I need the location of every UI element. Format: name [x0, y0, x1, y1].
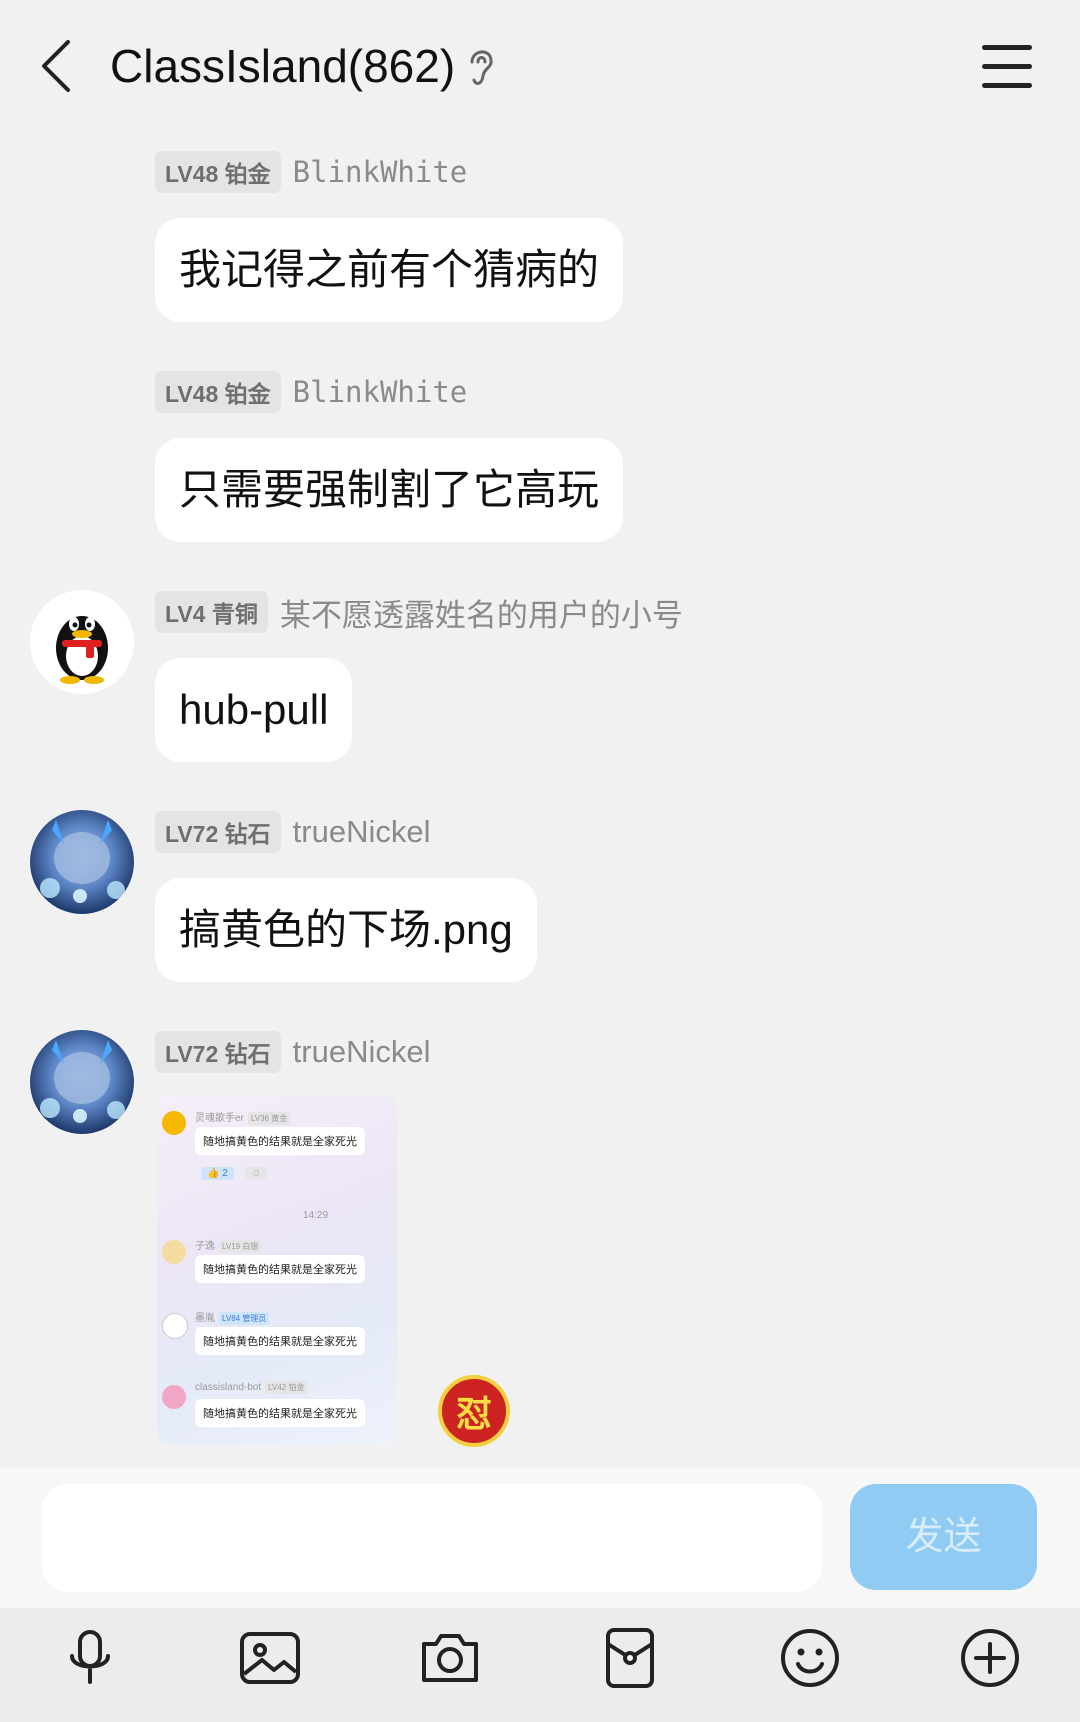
message-meta: LV48 铂金 BlinkWhite	[155, 151, 468, 193]
sender-name[interactable]: 某不愿透露姓名的用户的小号	[280, 590, 683, 635]
mini-sender: 子逸 LV19 白银	[195, 1237, 262, 1253]
message-meta: LV72 钻石 trueNickel	[155, 1031, 431, 1073]
message-input[interactable]	[42, 1484, 822, 1592]
message-meta: LV48 铂金 BlinkWhite	[155, 371, 468, 413]
level-badge: LV4 青铜	[155, 591, 268, 633]
image-icon[interactable]	[238, 1626, 302, 1690]
hamburger-menu-icon[interactable]	[982, 45, 1032, 88]
plus-icon[interactable]	[958, 1626, 1022, 1690]
avatar[interactable]	[30, 810, 134, 914]
image-message[interactable]: 灵魂歌手er LV36 黄金 随地搞黄色的结果就是全家死光 👍 2 ☺ 14:29…	[157, 1095, 397, 1445]
sender-name[interactable]: BlinkWhite	[293, 155, 468, 189]
emoji-sticker[interactable]: 怼	[438, 1375, 510, 1447]
chevron-left-icon[interactable]	[38, 38, 72, 94]
mini-timestamp: 14:29	[303, 1210, 329, 1221]
mini-sender: 灵魂歌手er LV36 黄金	[195, 1109, 291, 1125]
chat-title[interactable]: ClassIsland(862)	[110, 38, 455, 94]
level-badge: LV72 钻石	[155, 1031, 281, 1073]
thumbs-up-icon: 👍 2	[201, 1167, 234, 1180]
sender-name[interactable]: trueNickel	[293, 1034, 431, 1070]
level-badge: LV48 铂金	[155, 151, 281, 193]
level-badge: LV48 铂金	[155, 371, 281, 413]
avatar[interactable]	[30, 1030, 134, 1134]
chat-header: ClassIsland(862)	[0, 0, 1080, 130]
send-button[interactable]: 发送	[850, 1484, 1037, 1590]
mini-avatar	[162, 1313, 188, 1339]
add-reaction-icon: ☺	[245, 1167, 268, 1180]
mini-bubble: 随地搞黄色的结果就是全家死光	[195, 1327, 365, 1355]
emoji-icon[interactable]	[778, 1626, 842, 1690]
mini-avatar	[162, 1111, 186, 1135]
ear-icon[interactable]	[466, 44, 496, 90]
composer-bar: 发送	[0, 1468, 1080, 1608]
mini-avatar	[162, 1240, 186, 1264]
level-badge: LV72 钻石	[155, 811, 281, 853]
qq-penguin-icon	[30, 590, 134, 694]
message-bubble[interactable]: 搞黄色的下场.png	[155, 878, 537, 982]
sender-name[interactable]: BlinkWhite	[293, 375, 468, 409]
mini-sender: 墨胤 LV84 管理员	[195, 1309, 270, 1325]
composer-toolbar	[0, 1608, 1080, 1722]
anime-avatar-icon	[40, 1040, 125, 1123]
mini-bubble: 随地搞黄色的结果就是全家死光	[195, 1255, 365, 1283]
anime-avatar-icon	[40, 820, 125, 903]
microphone-icon[interactable]	[58, 1626, 122, 1690]
camera-icon[interactable]	[418, 1626, 482, 1690]
message-bubble[interactable]: 我记得之前有个猜病的	[155, 218, 624, 322]
red-packet-icon[interactable]	[598, 1626, 662, 1690]
sender-name[interactable]: trueNickel	[293, 814, 431, 850]
mini-bubble: 随地搞黄色的结果就是全家死光	[195, 1127, 365, 1155]
avatar[interactable]	[30, 590, 134, 694]
message-bubble[interactable]: 只需要强制割了它高玩	[155, 438, 624, 542]
message-bubble[interactable]: hub-pull	[155, 658, 353, 762]
message-meta: LV72 钻石 trueNickel	[155, 811, 431, 853]
mini-sender: classisland-bot LV42 铂金	[195, 1381, 308, 1394]
mini-bubble: 随地搞黄色的结果就是全家死光	[195, 1399, 365, 1427]
mini-avatar	[162, 1385, 186, 1409]
message-meta: LV4 青铜 某不愿透露姓名的用户的小号	[155, 590, 683, 635]
